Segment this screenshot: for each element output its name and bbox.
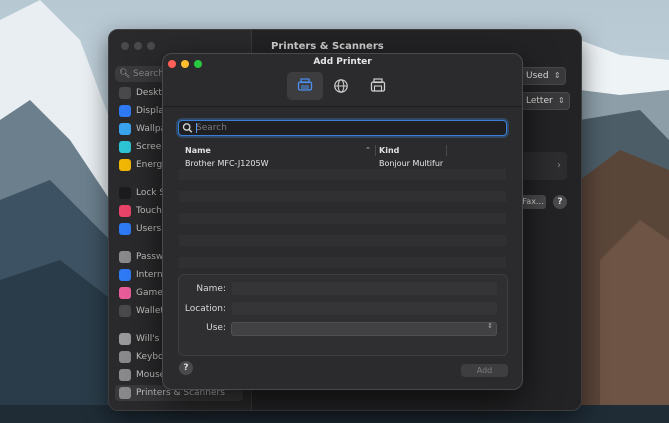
settings-pane-icon [119, 351, 131, 363]
settings-pane-icon [119, 159, 131, 171]
search-icon: 🔍︎ [119, 69, 131, 79]
table-row [179, 202, 506, 213]
ip-globe-icon [334, 79, 348, 93]
windows-printer-tab[interactable] [360, 72, 396, 100]
location-field[interactable] [232, 302, 497, 315]
settings-pane-icon [119, 123, 131, 135]
settings-pane-icon [119, 387, 131, 399]
search-input[interactable] [196, 121, 496, 135]
settings-pane-icon [119, 205, 131, 217]
column-header-kind[interactable]: Kind [379, 144, 399, 157]
table-row [179, 169, 506, 180]
table-row [179, 257, 506, 268]
page-title: Printers & Scanners [271, 41, 384, 52]
text-caret [196, 123, 197, 133]
settings-pane-icon [119, 141, 131, 153]
table-row [179, 235, 506, 246]
printer-search-field[interactable] [178, 120, 507, 136]
settings-pane-icon [119, 187, 131, 199]
help-button[interactable]: ? [553, 195, 567, 209]
search-icon [182, 123, 193, 133]
default-paper-popup[interactable]: Used ⇕ [519, 67, 566, 85]
help-button[interactable]: ? [179, 361, 193, 375]
table-row [179, 246, 506, 257]
updown-chevron-icon: ⇕ [558, 96, 565, 105]
column-divider [446, 145, 447, 156]
add-button[interactable]: Add [461, 364, 508, 377]
paper-size-popup[interactable]: Letter ⇕ [519, 92, 570, 110]
sort-ascending-icon: ⌃ [365, 146, 371, 154]
use-label: Use: [206, 323, 226, 333]
table-row [179, 213, 506, 224]
column-header-name[interactable]: Name [185, 144, 211, 157]
windows-printer-icon [370, 78, 386, 92]
settings-pane-icon [119, 251, 131, 263]
printer-row-chevron[interactable]: › [519, 152, 567, 180]
printer-kind-cell: Bonjour Multifunct [379, 159, 443, 168]
settings-pane-icon [119, 333, 131, 345]
printer-details-form: Name: Location: Use: ⇕ [178, 274, 508, 356]
settings-pane-icon [119, 269, 131, 281]
default-printer-tab[interactable] [287, 72, 323, 100]
fax-button[interactable]: Fax... [520, 195, 546, 209]
table-row[interactable]: Brother MFC-J1205W Bonjour Multifunct [179, 158, 506, 169]
ip-printer-tab[interactable] [323, 72, 359, 100]
use-driver-popup[interactable]: ⇕ [231, 322, 497, 336]
settings-pane-icon [119, 287, 131, 299]
name-label: Name: [196, 284, 226, 294]
settings-pane-icon [119, 369, 131, 381]
location-label: Location: [184, 304, 226, 314]
table-row [179, 191, 506, 202]
zoom-button-inactive[interactable] [147, 42, 155, 50]
close-button-inactive[interactable] [121, 42, 129, 50]
settings-pane-icon [119, 87, 131, 99]
table-row [179, 224, 506, 235]
settings-pane-icon [119, 305, 131, 317]
settings-pane-icon [119, 105, 131, 117]
name-field[interactable] [232, 282, 497, 295]
minimize-button-inactive[interactable] [134, 42, 142, 50]
add-printer-dialog: Add Printer Name ⌃ [162, 53, 523, 390]
table-row [179, 180, 506, 191]
toolbar-divider [163, 106, 522, 107]
updown-chevron-icon: ⇕ [487, 322, 493, 330]
column-divider [375, 145, 376, 156]
printer-name-cell: Brother MFC-J1205W [185, 159, 269, 168]
settings-pane-icon [119, 223, 131, 235]
sidebar-item-label: Mouse [136, 370, 166, 380]
default-printer-icon [297, 78, 313, 91]
updown-chevron-icon: ⇕ [553, 71, 561, 80]
chevron-right-icon: › [557, 160, 561, 171]
dialog-title: Add Printer [313, 57, 372, 67]
